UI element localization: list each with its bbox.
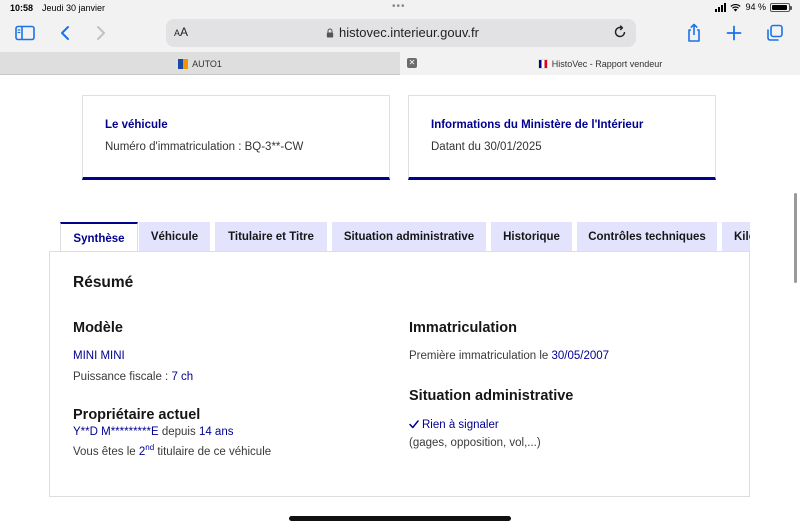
page-content: Le véhicule Numéro d'immatriculation : B…	[0, 75, 800, 525]
status-time: 10:58	[10, 3, 34, 13]
close-tab-icon[interactable]: ✕	[407, 58, 417, 68]
ministry-info-card: Informations du Ministère de l'Intérieur…	[408, 95, 716, 180]
tab-synthese[interactable]: Synthèse	[60, 222, 138, 252]
url-display[interactable]: histovec.interieur.gouv.fr	[326, 25, 479, 40]
reload-icon[interactable]	[612, 24, 628, 40]
forward-button[interactable]	[89, 22, 113, 44]
chevron-left-icon	[61, 26, 69, 40]
text-size-button[interactable]: AA	[174, 25, 188, 39]
tab-kilometrage[interactable]: Kilo	[722, 222, 750, 252]
owner-name: Y**D M*********E	[73, 426, 159, 438]
page-scrollbar[interactable]	[794, 193, 797, 283]
data-date: Datant du 30/01/2025	[431, 141, 542, 153]
status-bar: 10:58 Jeudi 30 janvier ••• 94 %	[0, 0, 800, 16]
tab-situation-administrative[interactable]: Situation administrative	[332, 222, 486, 252]
fiscal-power-value: 7 ch	[171, 371, 194, 383]
model-name: MINI MINI	[73, 350, 125, 362]
tabs-overview-icon	[767, 24, 783, 41]
text-size-large-glyph: A	[180, 25, 189, 39]
synthese-panel: Résumé Modèle MINI MINI Puissance fiscal…	[49, 251, 750, 497]
plus-icon	[726, 25, 742, 41]
share-icon	[688, 23, 700, 42]
first-registration-label: Première immatriculation le	[409, 350, 552, 362]
browser-tab-histovec[interactable]: ✕ HistoVec - Rapport vendeur	[400, 52, 800, 75]
browser-tab-auto1[interactable]: AUTO1	[0, 52, 400, 75]
browser-tab-title: HistoVec - Rapport vendeur	[551, 58, 663, 69]
fiscal-power: Puissance fiscale : 7 ch	[73, 371, 193, 383]
cellular-signal-icon	[715, 2, 727, 12]
histovec-favicon-icon	[537, 58, 548, 69]
tab-vehicule[interactable]: Véhicule	[139, 222, 210, 252]
battery-percentage: 94 %	[745, 2, 766, 12]
owner-rank-line: Vous êtes le 2nd titulaire de ce véhicul…	[73, 443, 271, 458]
tab-overview-button[interactable]	[763, 22, 787, 44]
share-button[interactable]	[682, 22, 706, 44]
vehicle-card: Le véhicule Numéro d'immatriculation : B…	[82, 95, 390, 180]
owner-section-title: Propriétaire actuel	[73, 407, 201, 423]
battery-icon	[770, 2, 792, 12]
tab-controles-techniques[interactable]: Contrôles techniques	[577, 222, 717, 252]
model-section-title: Modèle	[73, 320, 123, 336]
owner-rank-prefix: Vous êtes le	[73, 446, 139, 458]
tab-titulaire-et-titre[interactable]: Titulaire et Titre	[215, 222, 327, 252]
registration-section-title: Immatriculation	[409, 320, 517, 336]
admin-section-title: Situation administrative	[409, 388, 574, 404]
report-tabs: Synthèse Véhicule Titulaire et Titre Sit…	[60, 222, 750, 252]
owner-line: Y**D M*********E depuis 14 ans	[73, 426, 233, 438]
fiscal-power-label: Puissance fiscale :	[73, 371, 172, 383]
chevron-right-icon	[97, 26, 105, 40]
home-indicator[interactable]	[289, 516, 511, 521]
owner-rank-rest: titulaire de ce véhicule	[154, 446, 272, 458]
tab-historique[interactable]: Historique	[491, 222, 572, 252]
status-indicators: 94 %	[715, 2, 792, 12]
wifi-icon	[730, 3, 742, 12]
first-registration: Première immatriculation le 30/05/2007	[409, 350, 609, 362]
multitasking-dots-icon[interactable]: •••	[392, 1, 406, 12]
address-bar[interactable]: AA histovec.interieur.gouv.fr	[166, 19, 636, 47]
sidebar-toggle-button[interactable]	[13, 22, 37, 44]
back-button[interactable]	[53, 22, 77, 44]
first-registration-date: 30/05/2007	[551, 350, 610, 362]
admin-status: Rien à signaler	[409, 419, 499, 431]
browser-tab-strip: AUTO1 ✕ HistoVec - Rapport vendeur	[0, 52, 800, 75]
owner-duration: 14 ans	[198, 426, 234, 438]
admin-details: (gages, opposition, vol,...)	[409, 437, 541, 449]
admin-status-text: Rien à signaler	[422, 419, 499, 431]
owner-since-label: depuis	[158, 426, 199, 438]
registration-number: Numéro d'immatriculation : BQ-3**-CW	[105, 141, 304, 153]
browser-toolbar: AA histovec.interieur.gouv.fr	[0, 16, 800, 52]
lock-icon	[326, 28, 334, 37]
owner-rank-suffix: nd	[145, 443, 155, 452]
battery-level	[772, 4, 788, 10]
new-tab-button[interactable]	[722, 22, 746, 44]
ministry-card-title: Informations du Ministère de l'Intérieur	[431, 119, 644, 131]
status-date: Jeudi 30 janvier	[42, 3, 106, 13]
vehicle-card-title: Le véhicule	[105, 119, 168, 131]
sidebar-icon	[15, 25, 35, 41]
auto1-favicon-icon	[178, 58, 189, 69]
check-icon	[409, 420, 419, 429]
panel-title: Résumé	[73, 274, 134, 291]
url-text: histovec.interieur.gouv.fr	[339, 25, 479, 40]
browser-tab-title: AUTO1	[192, 58, 222, 69]
